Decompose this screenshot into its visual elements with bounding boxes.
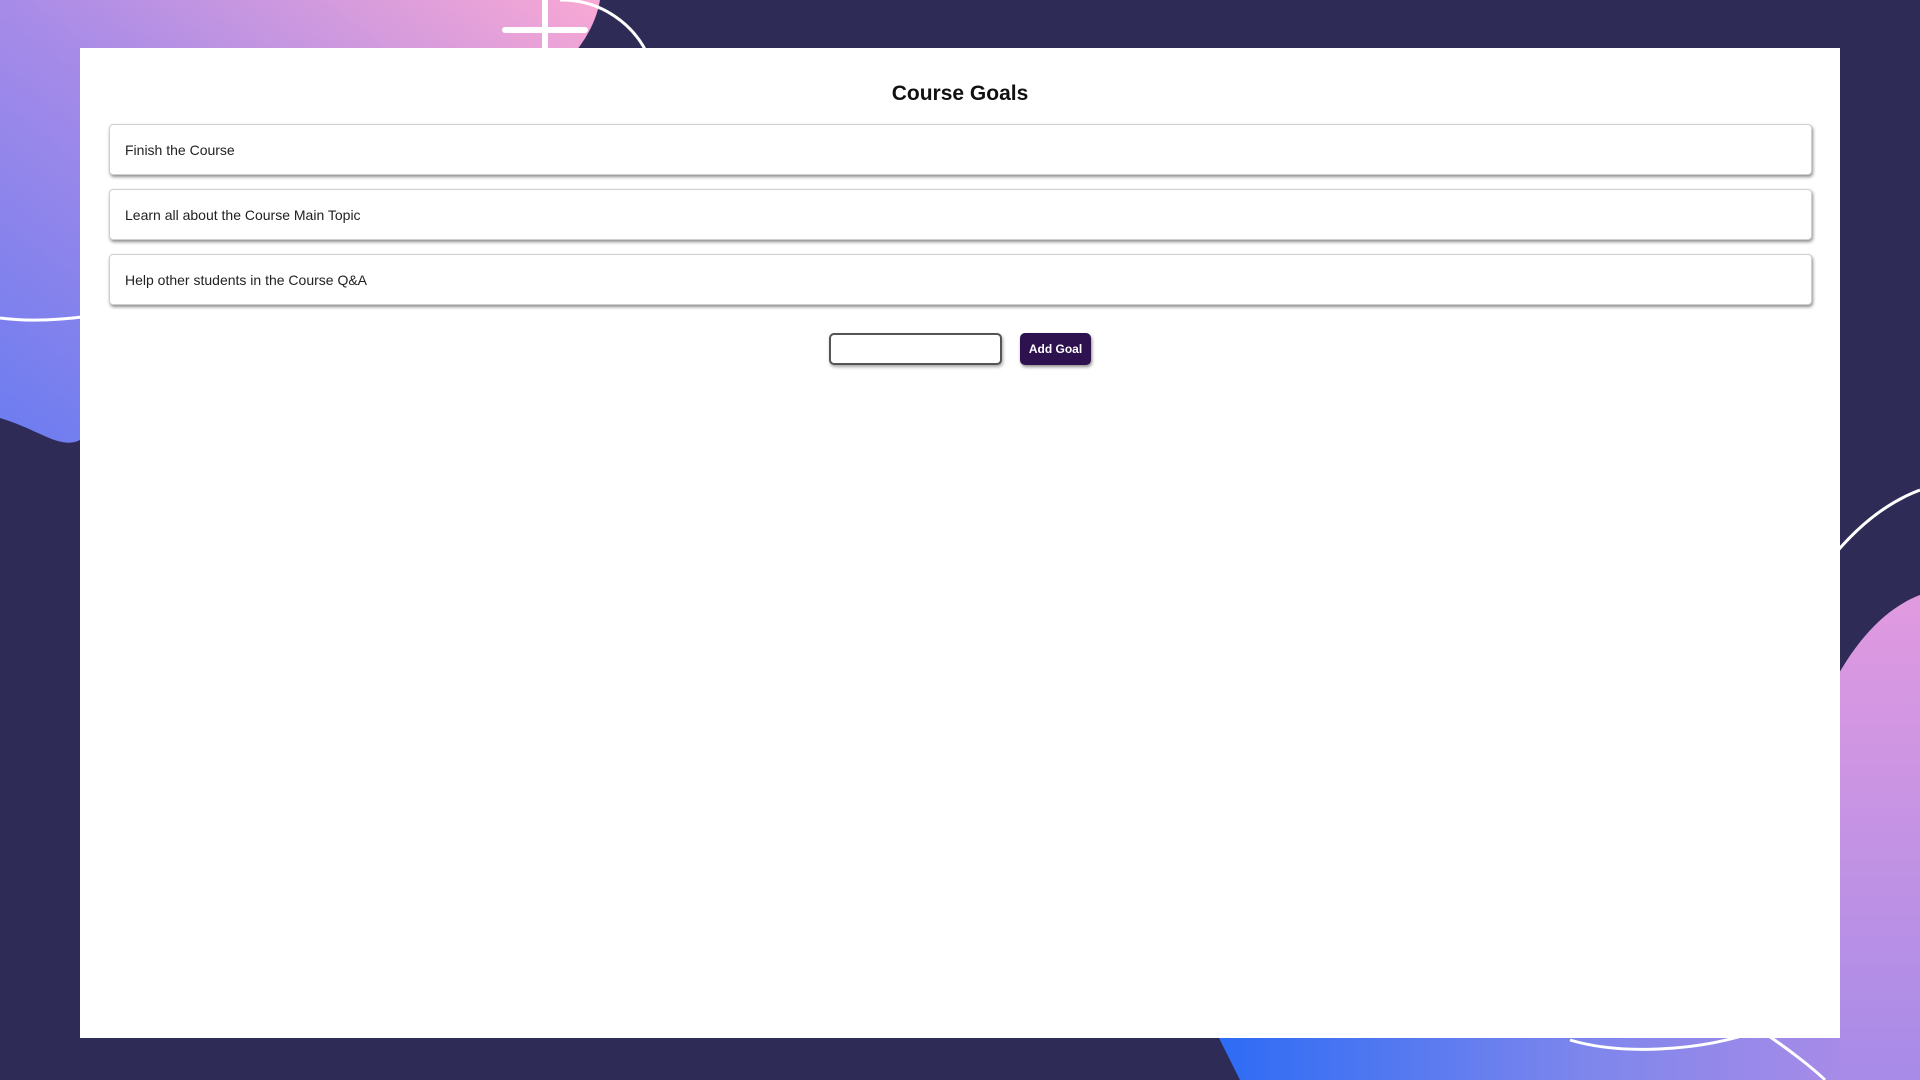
goal-item[interactable]: Learn all about the Course Main Topic <box>109 189 1812 240</box>
course-goals-panel: Course Goals Finish the Course Learn all… <box>80 48 1840 1038</box>
goal-input-form: Add Goal <box>80 333 1840 365</box>
goal-item-text: Help other students in the Course Q&A <box>125 271 368 288</box>
goal-text-input[interactable] <box>828 333 1002 365</box>
goal-item-text: Learn all about the Course Main Topic <box>125 206 361 223</box>
page-title: Course Goals <box>891 82 1029 106</box>
decor-arc-right <box>1828 488 1920 561</box>
goal-list: Finish the Course Learn all about the Co… <box>109 124 1812 319</box>
add-goal-button[interactable]: Add Goal <box>1019 333 1092 365</box>
goal-item-text: Finish the Course <box>125 141 235 158</box>
goal-item[interactable]: Finish the Course <box>109 124 1812 175</box>
goal-item[interactable]: Help other students in the Course Q&A <box>109 254 1812 305</box>
